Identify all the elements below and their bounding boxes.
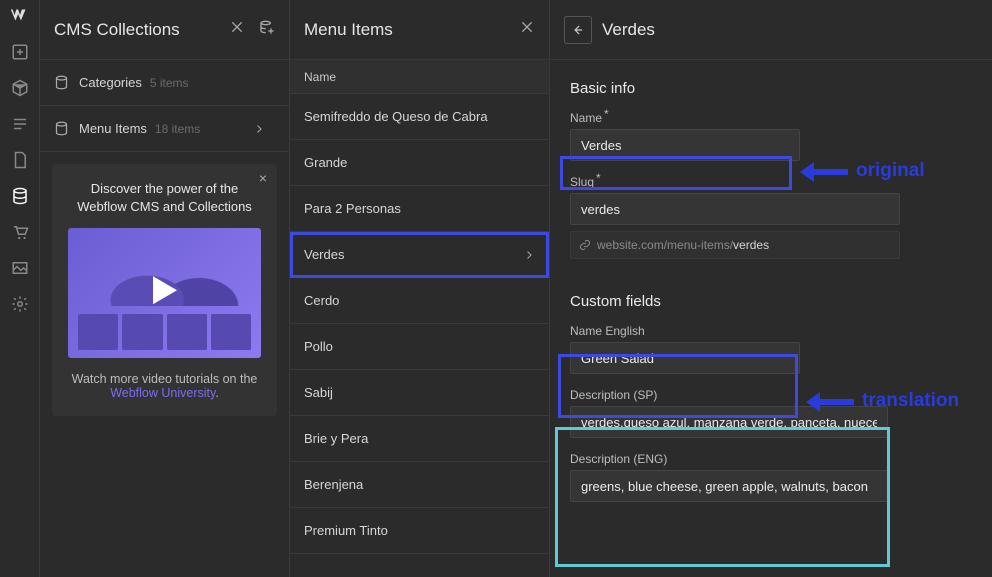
items-panel: Menu Items Name Semifreddo de Queso de C… bbox=[290, 0, 550, 577]
detail-panel: Verdes Basic info Name* Slug* website.co… bbox=[550, 0, 992, 577]
collection-row-categories[interactable]: Categories 5 items bbox=[40, 60, 289, 106]
item-row[interactable]: Semifreddo de Queso de Cabra bbox=[290, 94, 549, 140]
gear-icon[interactable] bbox=[0, 286, 40, 322]
box-icon[interactable] bbox=[0, 70, 40, 106]
collections-panel-title: CMS Collections bbox=[54, 20, 180, 40]
item-row[interactable]: Brie y Pera bbox=[290, 416, 549, 462]
database-small-icon bbox=[54, 121, 69, 136]
item-row[interactable]: Para 2 Personas bbox=[290, 186, 549, 232]
promo-headline: Discover the power of the Webflow CMS an… bbox=[68, 180, 261, 216]
collection-count: 18 items bbox=[155, 122, 200, 136]
item-row[interactable]: Cerdo bbox=[290, 278, 549, 324]
item-row[interactable]: Verdes bbox=[290, 232, 549, 278]
description-eng-input[interactable] bbox=[570, 470, 888, 502]
webflow-logo-icon[interactable] bbox=[0, 0, 40, 30]
item-row[interactable]: Pollo bbox=[290, 324, 549, 370]
items-column-header: Name bbox=[290, 60, 549, 94]
item-name: Sabij bbox=[304, 385, 333, 400]
detail-panel-header: Verdes bbox=[550, 0, 992, 60]
item-name: Grande bbox=[304, 155, 347, 170]
collection-count: 5 items bbox=[150, 76, 189, 90]
item-row[interactable]: Sabij bbox=[290, 370, 549, 416]
layout-icon[interactable] bbox=[0, 106, 40, 142]
collections-panel: CMS Collections Categories 5 items Menu … bbox=[40, 0, 290, 577]
basic-info-title: Basic info bbox=[570, 80, 972, 97]
url-preview: website.com/menu-items/verdes bbox=[570, 231, 900, 259]
database-small-icon bbox=[54, 75, 69, 90]
item-row[interactable]: Grande bbox=[290, 140, 549, 186]
item-name: Semifreddo de Queso de Cabra bbox=[304, 109, 488, 124]
item-name: Premium Tinto bbox=[304, 523, 388, 538]
add-collection-icon[interactable] bbox=[259, 19, 275, 40]
items-panel-header: Menu Items bbox=[290, 0, 549, 60]
items-list: Semifreddo de Queso de Cabra Grande Para 2… bbox=[290, 94, 549, 554]
arrow-left-icon bbox=[571, 23, 585, 37]
collection-row-menu-items[interactable]: Menu Items 18 items bbox=[40, 106, 289, 152]
page-icon[interactable] bbox=[0, 142, 40, 178]
description-sp-input[interactable] bbox=[570, 406, 888, 438]
name-label: Name* bbox=[570, 111, 972, 125]
collection-name: Menu Items bbox=[79, 121, 147, 136]
close-icon[interactable] bbox=[229, 19, 245, 40]
custom-fields-title: Custom fields bbox=[570, 293, 972, 310]
item-name: Para 2 Personas bbox=[304, 201, 401, 216]
name-english-input[interactable] bbox=[570, 342, 800, 374]
item-row[interactable]: Premium Tinto bbox=[290, 508, 549, 554]
close-icon[interactable] bbox=[519, 19, 535, 40]
left-rail bbox=[0, 0, 40, 577]
description-eng-label: Description (ENG) bbox=[570, 452, 972, 466]
slug-label: Slug* bbox=[570, 175, 972, 189]
link-icon bbox=[579, 239, 591, 251]
chevron-right-icon bbox=[253, 123, 265, 135]
cart-icon[interactable] bbox=[0, 214, 40, 250]
collection-name: Categories bbox=[79, 75, 142, 90]
promo-card: × Discover the power of the Webflow CMS … bbox=[52, 164, 277, 416]
webflow-university-link[interactable]: Webflow University bbox=[110, 386, 215, 400]
image-icon[interactable] bbox=[0, 250, 40, 286]
item-name: Verdes bbox=[304, 247, 344, 262]
name-input[interactable] bbox=[570, 129, 800, 161]
item-name: Brie y Pera bbox=[304, 431, 368, 446]
item-name: Pollo bbox=[304, 339, 333, 354]
promo-video-thumb[interactable] bbox=[68, 228, 261, 358]
collections-panel-header: CMS Collections bbox=[40, 0, 289, 60]
chevron-right-icon bbox=[523, 249, 535, 261]
database-icon[interactable] bbox=[0, 178, 40, 214]
slug-input[interactable] bbox=[570, 193, 900, 225]
promo-footer: Watch more video tutorials on the Webflo… bbox=[68, 372, 261, 400]
items-panel-title: Menu Items bbox=[304, 20, 393, 40]
close-icon[interactable]: × bbox=[259, 170, 267, 186]
play-icon bbox=[153, 277, 177, 305]
add-icon[interactable] bbox=[0, 34, 40, 70]
item-name: Berenjena bbox=[304, 477, 363, 492]
name-english-label: Name English bbox=[570, 324, 972, 338]
item-name: Cerdo bbox=[304, 293, 339, 308]
back-button[interactable] bbox=[564, 16, 592, 44]
detail-title: Verdes bbox=[602, 20, 655, 40]
item-row[interactable]: Berenjena bbox=[290, 462, 549, 508]
description-sp-label: Description (SP) bbox=[570, 388, 972, 402]
